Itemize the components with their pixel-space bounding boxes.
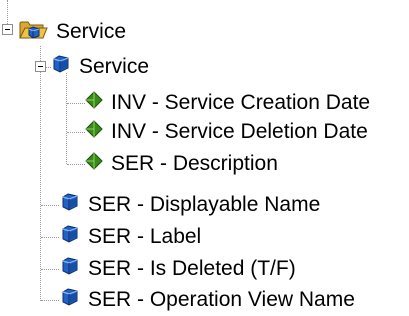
diamond-icon [85,120,111,144]
tree-connector [67,103,85,104]
tree-node-attribute[interactable]: SER - Description [85,151,278,177]
cube-icon [60,192,88,218]
collapse-toggle-root[interactable] [2,24,13,35]
tree-node-label: INV - Service Creation Date [111,91,371,114]
tree-node-attribute[interactable]: INV - Service Deletion Date [85,119,368,145]
tree-node-root[interactable]: Service [18,19,126,45]
tree-view: Service Service INV - Service Creation D… [0,0,409,316]
cube-icon [60,256,88,282]
tree-connector [67,132,85,133]
tree-connector [41,237,59,238]
cube-icon [60,287,88,313]
tree-node-dimension[interactable]: SER - Is Deleted (T/F) [60,256,296,282]
tree-node-dimension[interactable]: SER - Label [60,224,201,250]
collapse-toggle-service-class[interactable] [35,61,46,72]
tree-node-attribute[interactable]: INV - Service Creation Date [85,90,370,116]
tree-connector [41,269,59,270]
tree-node-label: Service [56,20,127,43]
tree-node-label: Service [79,55,150,78]
diamond-icon [85,91,111,115]
tree-node-label: SER - Is Deleted (T/F) [88,257,296,280]
tree-node-service-class[interactable]: Service [51,54,149,80]
tree-node-label: SER - Label [88,225,202,248]
cube-icon [51,54,79,80]
tree-connector [66,73,67,164]
cube-icon [60,224,88,250]
diamond-icon [85,152,111,176]
tree-node-label: SER - Displayable Name [88,193,321,216]
tree-connector [40,46,41,301]
tree-connector [41,205,59,206]
open-folder-icon [18,17,56,47]
tree-node-dimension[interactable]: SER - Operation View Name [60,287,355,313]
tree-node-label: SER - Description [111,152,278,175]
tree-node-label: INV - Service Deletion Date [111,120,368,143]
tree-connector [67,164,85,165]
tree-node-label: SER - Operation View Name [88,288,355,311]
tree-connector [41,300,59,301]
tree-connector [7,0,8,26]
tree-node-dimension[interactable]: SER - Displayable Name [60,192,320,218]
